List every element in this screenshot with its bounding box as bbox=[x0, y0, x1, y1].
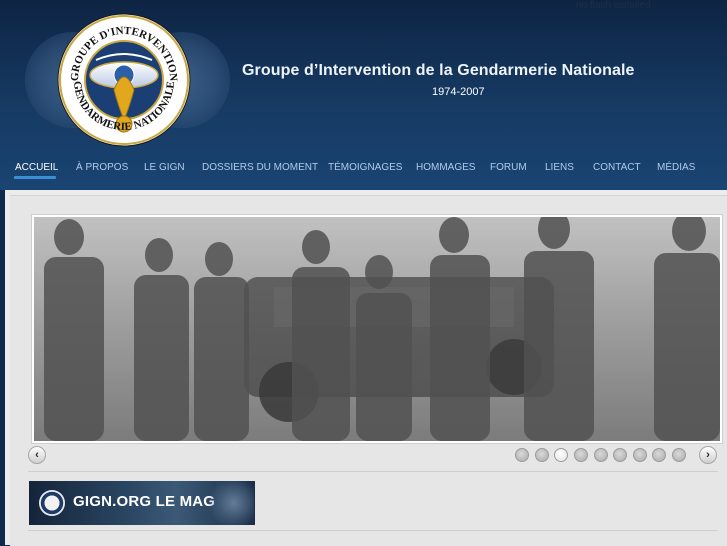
content-panel: ‹ › GIGN.ORG LE MAG bbox=[10, 195, 727, 546]
gign-emblem-logo[interactable]: GROUPE D'INTERVENTION GENDARMERIE NATION… bbox=[56, 12, 192, 148]
mag-banner-text: GIGN.ORG LE MAG bbox=[73, 493, 216, 510]
divider bbox=[28, 471, 718, 472]
nav-item-temoignages[interactable]: TÉMOIGNAGES bbox=[328, 162, 402, 173]
active-nav-indicator bbox=[14, 176, 56, 179]
divider bbox=[28, 530, 718, 531]
slide-dot-8[interactable] bbox=[652, 448, 666, 462]
nav-item-a-propos[interactable]: À PROPOS bbox=[76, 162, 128, 173]
nav-item-contact[interactable]: CONTACT bbox=[593, 162, 641, 173]
slide-dot-9[interactable] bbox=[672, 448, 686, 462]
slideshow-photo bbox=[34, 217, 720, 441]
photo-slideshow[interactable] bbox=[32, 215, 722, 443]
nav-item-liens[interactable]: LIENS bbox=[545, 162, 574, 173]
slide-dot-7[interactable] bbox=[633, 448, 647, 462]
site-title: Groupe d’Intervention de la Gendarmerie … bbox=[242, 62, 635, 79]
flash-notice: no flash installed bbox=[576, 0, 651, 11]
nav-item-hommages[interactable]: HOMMAGES bbox=[416, 162, 475, 173]
nav-item-medias[interactable]: MÉDIAS bbox=[657, 162, 695, 173]
main-content: ‹ › GIGN.ORG LE MAG bbox=[5, 190, 727, 546]
slide-dot-6[interactable] bbox=[613, 448, 627, 462]
chevron-left-icon[interactable]: ‹ bbox=[28, 446, 46, 464]
slider-controls: ‹ › bbox=[10, 446, 727, 472]
nav-item-forum[interactable]: FORUM bbox=[490, 162, 527, 173]
nav-item-le-gign[interactable]: LE GIGN bbox=[144, 162, 185, 173]
gign-badge-icon bbox=[39, 490, 65, 516]
main-navigation: ACCUEIL À PROPOS LE GIGN DOSSIERS DU MOM… bbox=[0, 158, 727, 182]
slide-dot-4[interactable] bbox=[574, 448, 588, 462]
slide-dot-5[interactable] bbox=[594, 448, 608, 462]
site-header: no flash installed GROUPE D'INTERVENTION… bbox=[0, 0, 727, 190]
site-years: 1974-2007 bbox=[432, 86, 485, 98]
nav-item-dossiers[interactable]: DOSSIERS DU MOMENT bbox=[202, 162, 318, 173]
slide-dot-3[interactable] bbox=[554, 448, 568, 462]
chevron-right-icon[interactable]: › bbox=[699, 446, 717, 464]
next-glyph: › bbox=[706, 449, 710, 461]
prev-glyph: ‹ bbox=[35, 449, 39, 461]
slide-dot-1[interactable] bbox=[515, 448, 529, 462]
gign-mag-banner[interactable]: GIGN.ORG LE MAG bbox=[29, 481, 255, 525]
nav-item-accueil[interactable]: ACCUEIL bbox=[15, 162, 58, 173]
slide-dot-2[interactable] bbox=[535, 448, 549, 462]
mag-banner-decoration bbox=[204, 481, 254, 525]
